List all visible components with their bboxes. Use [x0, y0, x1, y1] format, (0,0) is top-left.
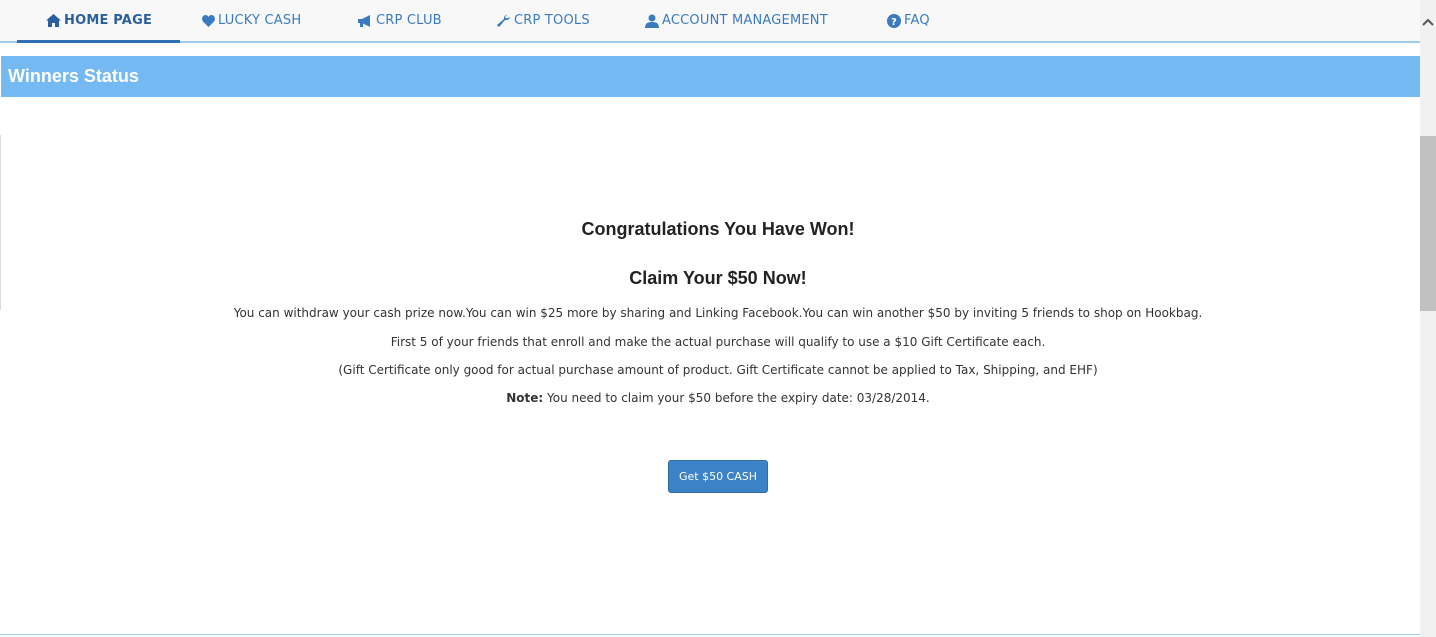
- expiry-note: Note: You need to claim your $50 before …: [0, 391, 1436, 405]
- note-text: You need to claim your $50 before the ex…: [543, 391, 930, 405]
- nav-crp-tools[interactable]: CRP TOOLS: [497, 0, 590, 41]
- nav-home-page[interactable]: HOME PAGE: [16, 0, 181, 43]
- congrats-heading: Congratulations You Have Won!: [581, 219, 855, 239]
- get-cash-button[interactable]: Get $50 CASH: [668, 460, 768, 493]
- nav-faq[interactable]: ? FAQ: [887, 0, 930, 41]
- panel-header: Winners Status: [1, 56, 1420, 97]
- nav-crp-club[interactable]: CRP CLUB: [357, 0, 442, 41]
- nav-crp-tools-label: CRP TOOLS: [514, 13, 590, 28]
- wrench-icon: [497, 14, 511, 28]
- claim-heading: Claim Your $50 Now!: [629, 268, 807, 288]
- scroll-up-button[interactable]: [1420, 0, 1436, 40]
- nav-crp-club-label: CRP CLUB: [376, 13, 442, 28]
- megaphone-icon: [357, 14, 373, 27]
- nav-account-management-label: ACCOUNT MANAGEMENT: [662, 13, 828, 28]
- panel-title: Winners Status: [8, 66, 139, 86]
- note-label: Note:: [506, 391, 544, 405]
- question-circle-icon: ?: [887, 13, 901, 28]
- home-icon: [46, 14, 61, 27]
- bottom-divider: [0, 634, 1420, 635]
- nav-faq-label: FAQ: [904, 13, 930, 28]
- svg-text:?: ?: [891, 17, 897, 28]
- get-cash-button-label: Get $50 CASH: [678, 470, 758, 483]
- nav-lucky-cash[interactable]: LUCKY CASH: [202, 0, 301, 41]
- info-text-line-3: (Gift Certificate only good for actual p…: [338, 363, 1098, 377]
- info-text-line-2: First 5 of your friends that enroll and …: [390, 335, 1046, 349]
- user-icon: [645, 14, 659, 28]
- nav-account-management[interactable]: ACCOUNT MANAGEMENT: [645, 0, 828, 41]
- heart-icon: [202, 14, 215, 27]
- nav-lucky-cash-label: LUCKY CASH: [218, 13, 302, 28]
- top-navbar: HOME PAGE LUCKY CASH CRP CLUB CRP TOOLS …: [0, 0, 1420, 43]
- chevron-up-icon: [1422, 11, 1434, 30]
- info-text-line-1: You can withdraw your cash prize now.You…: [233, 306, 1203, 320]
- nav-home-page-label: HOME PAGE: [64, 13, 153, 28]
